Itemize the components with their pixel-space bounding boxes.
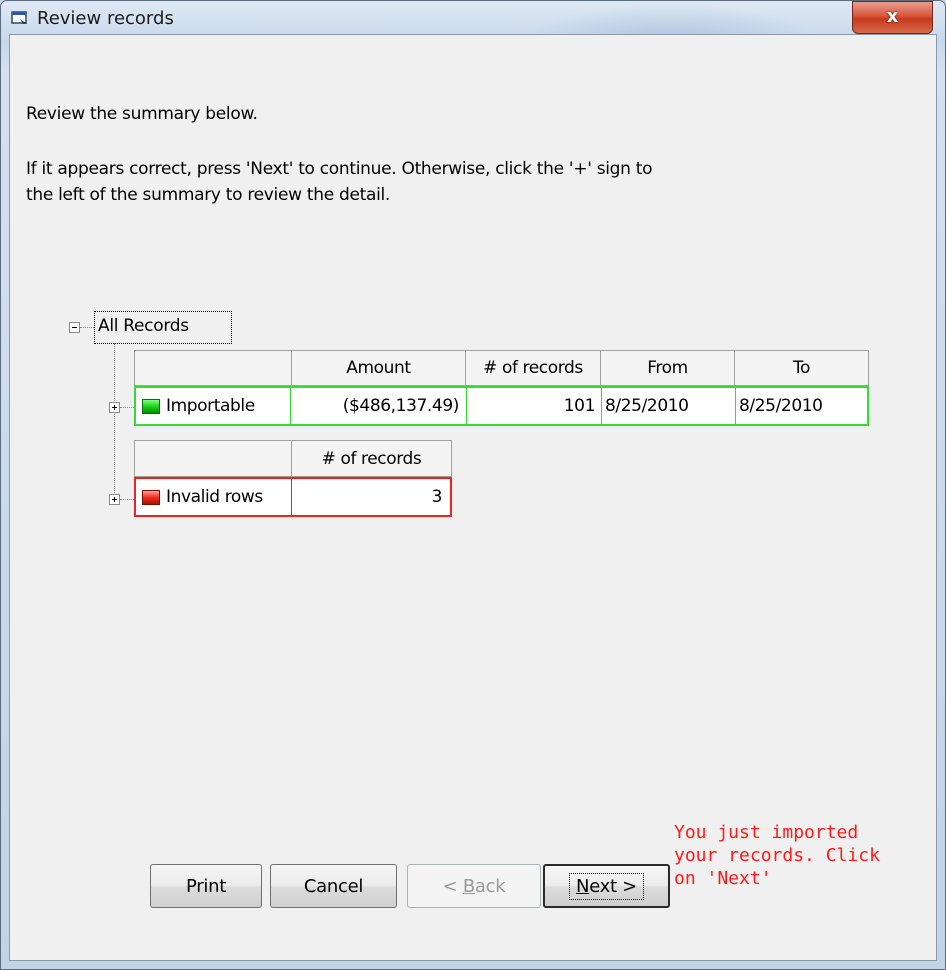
grid-corner-cell — [134, 440, 292, 477]
importable-row[interactable]: Importable ($486,137.49) 101 8/25/2010 8… — [134, 386, 869, 426]
cell-divider — [735, 388, 736, 424]
instructions-line-2: the left of the summary to review the de… — [26, 185, 391, 205]
column-header-record-count[interactable]: # of records — [466, 350, 601, 386]
annotation-line-1: You just imported — [674, 822, 859, 843]
annotation-line-3: on 'Next' — [674, 868, 772, 889]
tree-connector — [120, 499, 134, 500]
column-header-amount[interactable]: Amount — [292, 350, 466, 386]
next-button[interactable]: Next > — [543, 864, 670, 908]
review-records-window: Review records x Review the summary belo… — [0, 0, 946, 970]
next-button-label: Next > — [569, 872, 644, 900]
instructions-line-1: If it appears correct, press 'Next' to c… — [26, 159, 653, 179]
invalid-record-count: 3 — [431, 487, 443, 507]
importable-from-date: 8/25/2010 — [605, 396, 689, 416]
importable-record-count: 101 — [563, 396, 596, 416]
invalid-rows-grid: # of records Invalid rows 3 — [134, 440, 452, 522]
all-records-label: All Records — [98, 316, 189, 336]
cancel-button-label: Cancel — [303, 875, 364, 897]
column-header-to[interactable]: To — [735, 350, 869, 386]
expand-invalid-rows-toggle[interactable] — [109, 494, 120, 505]
window-title: Review records — [37, 8, 174, 29]
expand-importable-toggle[interactable] — [109, 402, 120, 413]
title-bar[interactable]: Review records x — [1, 1, 945, 83]
back-button-label: < Back — [442, 875, 506, 897]
close-icon: x — [886, 6, 899, 27]
cell-divider — [290, 388, 291, 424]
collapse-all-records-toggle[interactable] — [69, 322, 80, 333]
column-header-invalid-record-count[interactable]: # of records — [292, 440, 452, 477]
cell-divider — [601, 388, 602, 424]
annotation-line-2: your records. Click — [674, 845, 880, 866]
annotation-note: You just imported your records. Click on… — [674, 821, 914, 890]
cell-divider — [291, 479, 292, 515]
print-button-label: Print — [186, 875, 226, 897]
invalid-rows-row[interactable]: Invalid rows 3 — [134, 477, 452, 517]
intro-text: Review the summary below. — [26, 104, 258, 124]
tree-connector — [120, 407, 134, 408]
cell-divider — [466, 388, 467, 424]
cancel-button[interactable]: Cancel — [270, 864, 397, 908]
print-button[interactable]: Print — [150, 864, 262, 908]
importable-status-icon — [142, 399, 160, 414]
importable-label: Importable — [166, 396, 255, 416]
tree-connector — [80, 327, 94, 328]
tree-connector — [114, 343, 115, 501]
invalid-status-icon — [142, 490, 160, 505]
back-button[interactable]: < Back — [407, 864, 541, 908]
column-header-from[interactable]: From — [601, 350, 735, 386]
importable-to-date: 8/25/2010 — [739, 396, 823, 416]
grid-corner-cell — [134, 350, 292, 386]
invalid-rows-label: Invalid rows — [166, 487, 263, 507]
window-icon — [11, 11, 27, 24]
importable-amount: ($486,137.49) — [342, 396, 460, 416]
importable-grid: Amount # of records From To Importable (… — [134, 350, 869, 434]
close-button[interactable]: x — [852, 1, 933, 34]
